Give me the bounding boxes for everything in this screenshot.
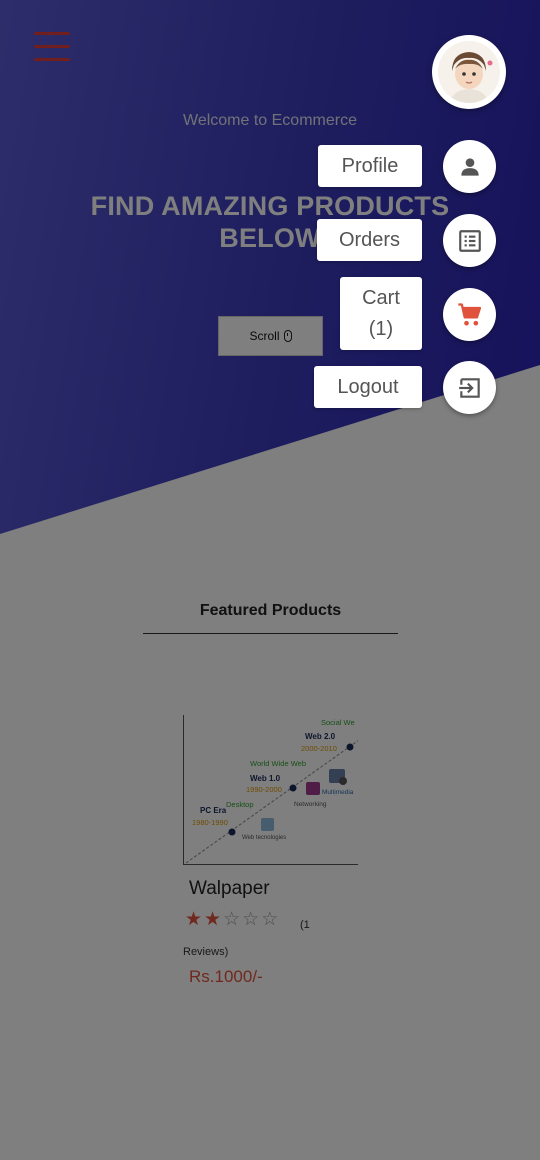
home-page: Welcome to Ecommerce FIND AMAZING PRODUC… — [0, 0, 540, 1160]
cart-button[interactable] — [443, 288, 496, 341]
avatar — [438, 41, 500, 103]
exit-to-app-icon — [458, 377, 480, 398]
list-alt-icon — [458, 229, 481, 252]
user-avatar-button[interactable] — [432, 35, 506, 109]
profile-label[interactable]: Profile — [318, 145, 422, 187]
shopping-cart-icon — [457, 302, 481, 325]
logout-label[interactable]: Logout — [314, 366, 422, 408]
orders-label[interactable]: Orders — [317, 219, 422, 261]
orders-button[interactable] — [443, 214, 496, 267]
logout-button[interactable] — [443, 361, 496, 414]
profile-button[interactable] — [443, 140, 496, 193]
cart-label[interactable]: Cart (1) — [340, 277, 422, 350]
person-icon — [460, 157, 479, 176]
